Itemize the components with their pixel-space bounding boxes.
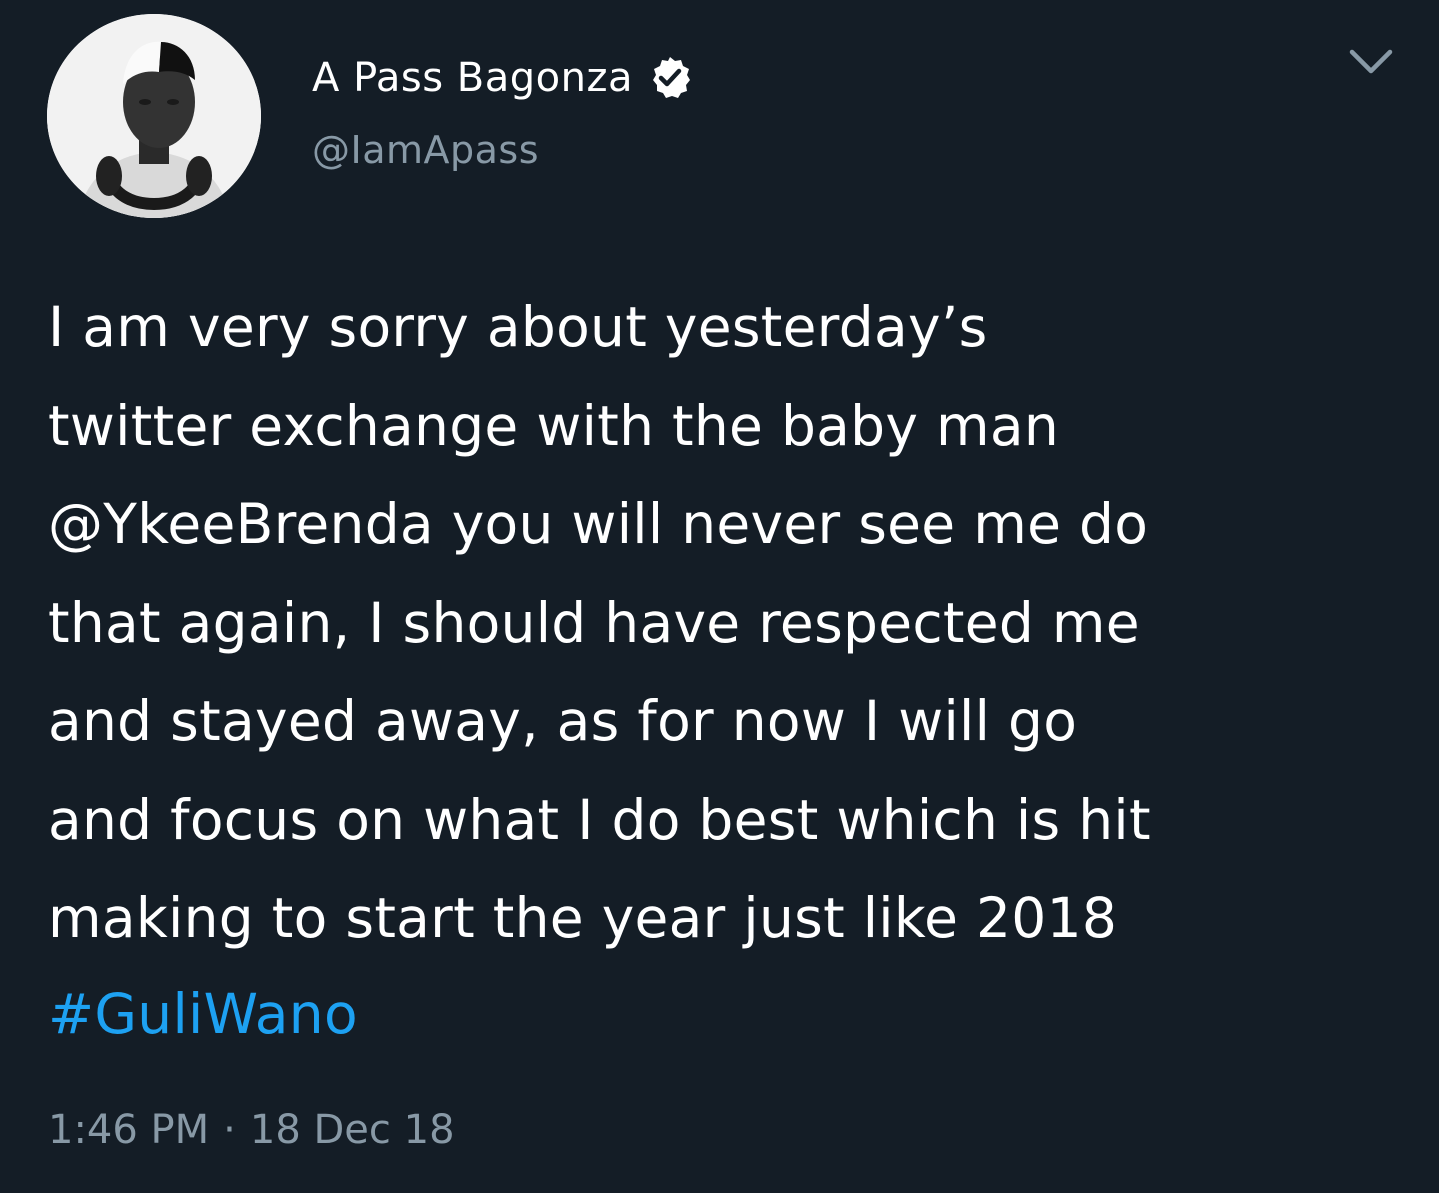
tweet-card: A Pass Bagonza @IamApass I am very sorry…: [0, 0, 1439, 1193]
tweet-text: I am very sorry about yesterday’s twitte…: [48, 295, 1151, 950]
timestamp-separator: ·: [223, 1107, 236, 1153]
display-name[interactable]: A Pass Bagonza: [312, 50, 633, 106]
avatar-photo: [47, 14, 261, 218]
verified-badge-icon: [652, 57, 690, 98]
chevron-down-icon[interactable]: [1346, 44, 1396, 80]
avatar[interactable]: [47, 14, 261, 218]
tweet-time: 1:46 PM: [48, 1107, 210, 1153]
author-handle[interactable]: @IamApass: [312, 122, 539, 178]
tweet-date: 18 Dec 18: [249, 1107, 455, 1153]
tweet-timestamp[interactable]: 1:46 PM · 18 Dec 18: [48, 1100, 455, 1160]
author-name-row: A Pass Bagonza: [312, 50, 693, 106]
hashtag-link[interactable]: #GuliWano: [48, 965, 358, 1064]
